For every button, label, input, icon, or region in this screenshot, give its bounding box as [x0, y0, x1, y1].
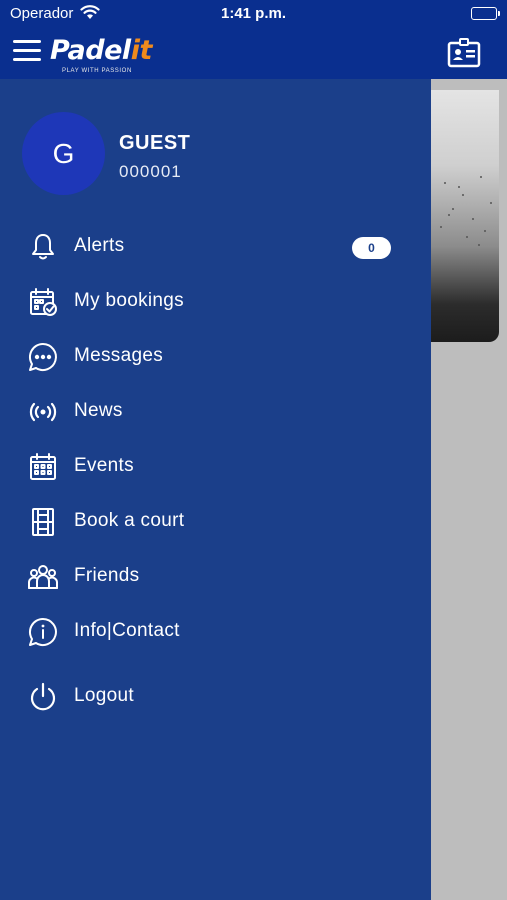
menu-item-alerts[interactable]: Alerts 0: [0, 223, 431, 271]
broadcast-icon: [27, 396, 59, 428]
power-icon: [27, 681, 59, 713]
user-name: GUEST: [119, 132, 191, 154]
menu-item-label: Alerts: [74, 235, 125, 256]
menu-item-label: My bookings: [74, 290, 184, 311]
menu-item-label: Info|Contact: [74, 620, 180, 641]
menu-item-label: Logout: [74, 685, 134, 706]
avatar[interactable]: G: [22, 112, 105, 195]
menu-item-friends[interactable]: Friends: [0, 553, 431, 601]
padelit-logo: Padelit PLAY WITH PASSION: [50, 32, 160, 76]
calendar-check-icon: [27, 286, 59, 318]
info-bubble-icon: [27, 616, 59, 648]
clock: 1:41 p.m.: [220, 5, 287, 22]
bell-icon: [27, 231, 59, 263]
menu-item-messages[interactable]: Messages: [0, 333, 431, 381]
avatar-initial: G: [52, 137, 75, 169]
menu-item-logout[interactable]: Logout: [0, 673, 431, 721]
side-drawer: G GUEST 000001 Alerts 0 My bookings Mess…: [0, 79, 431, 900]
logo-tagline: PLAY WITH PASSION: [62, 68, 132, 74]
menu-item-events[interactable]: Events: [0, 443, 431, 491]
menu-item-book-a-court[interactable]: Book a court: [0, 498, 431, 546]
group-icon: [27, 561, 59, 593]
contact-card-icon[interactable]: [447, 38, 481, 68]
menu-item-label: Friends: [74, 565, 140, 586]
menu-item-label: Book a court: [74, 510, 185, 531]
logo-accent-text: it: [130, 35, 153, 66]
menu-item-news[interactable]: News: [0, 388, 431, 436]
menu-item-my-bookings[interactable]: My bookings: [0, 278, 431, 326]
hamburger-menu-icon[interactable]: [13, 40, 41, 62]
menu-item-label: News: [74, 400, 123, 421]
menu-item-label: Messages: [74, 345, 163, 366]
menu-item-label: Events: [74, 455, 134, 476]
battery-icon: [471, 7, 500, 20]
logo-main-text: Padel: [50, 35, 131, 66]
user-id: 000001: [119, 162, 182, 181]
alerts-count-badge: 0: [352, 237, 391, 259]
court-icon: [27, 506, 59, 538]
calendar-grid-icon: [27, 451, 59, 483]
status-bar: Operador 1:41 p.m.: [0, 0, 507, 28]
chat-bubble-icon: [27, 341, 59, 373]
app-header: Padelit PLAY WITH PASSION: [0, 28, 507, 79]
menu-item-info-contact[interactable]: Info|Contact: [0, 608, 431, 656]
